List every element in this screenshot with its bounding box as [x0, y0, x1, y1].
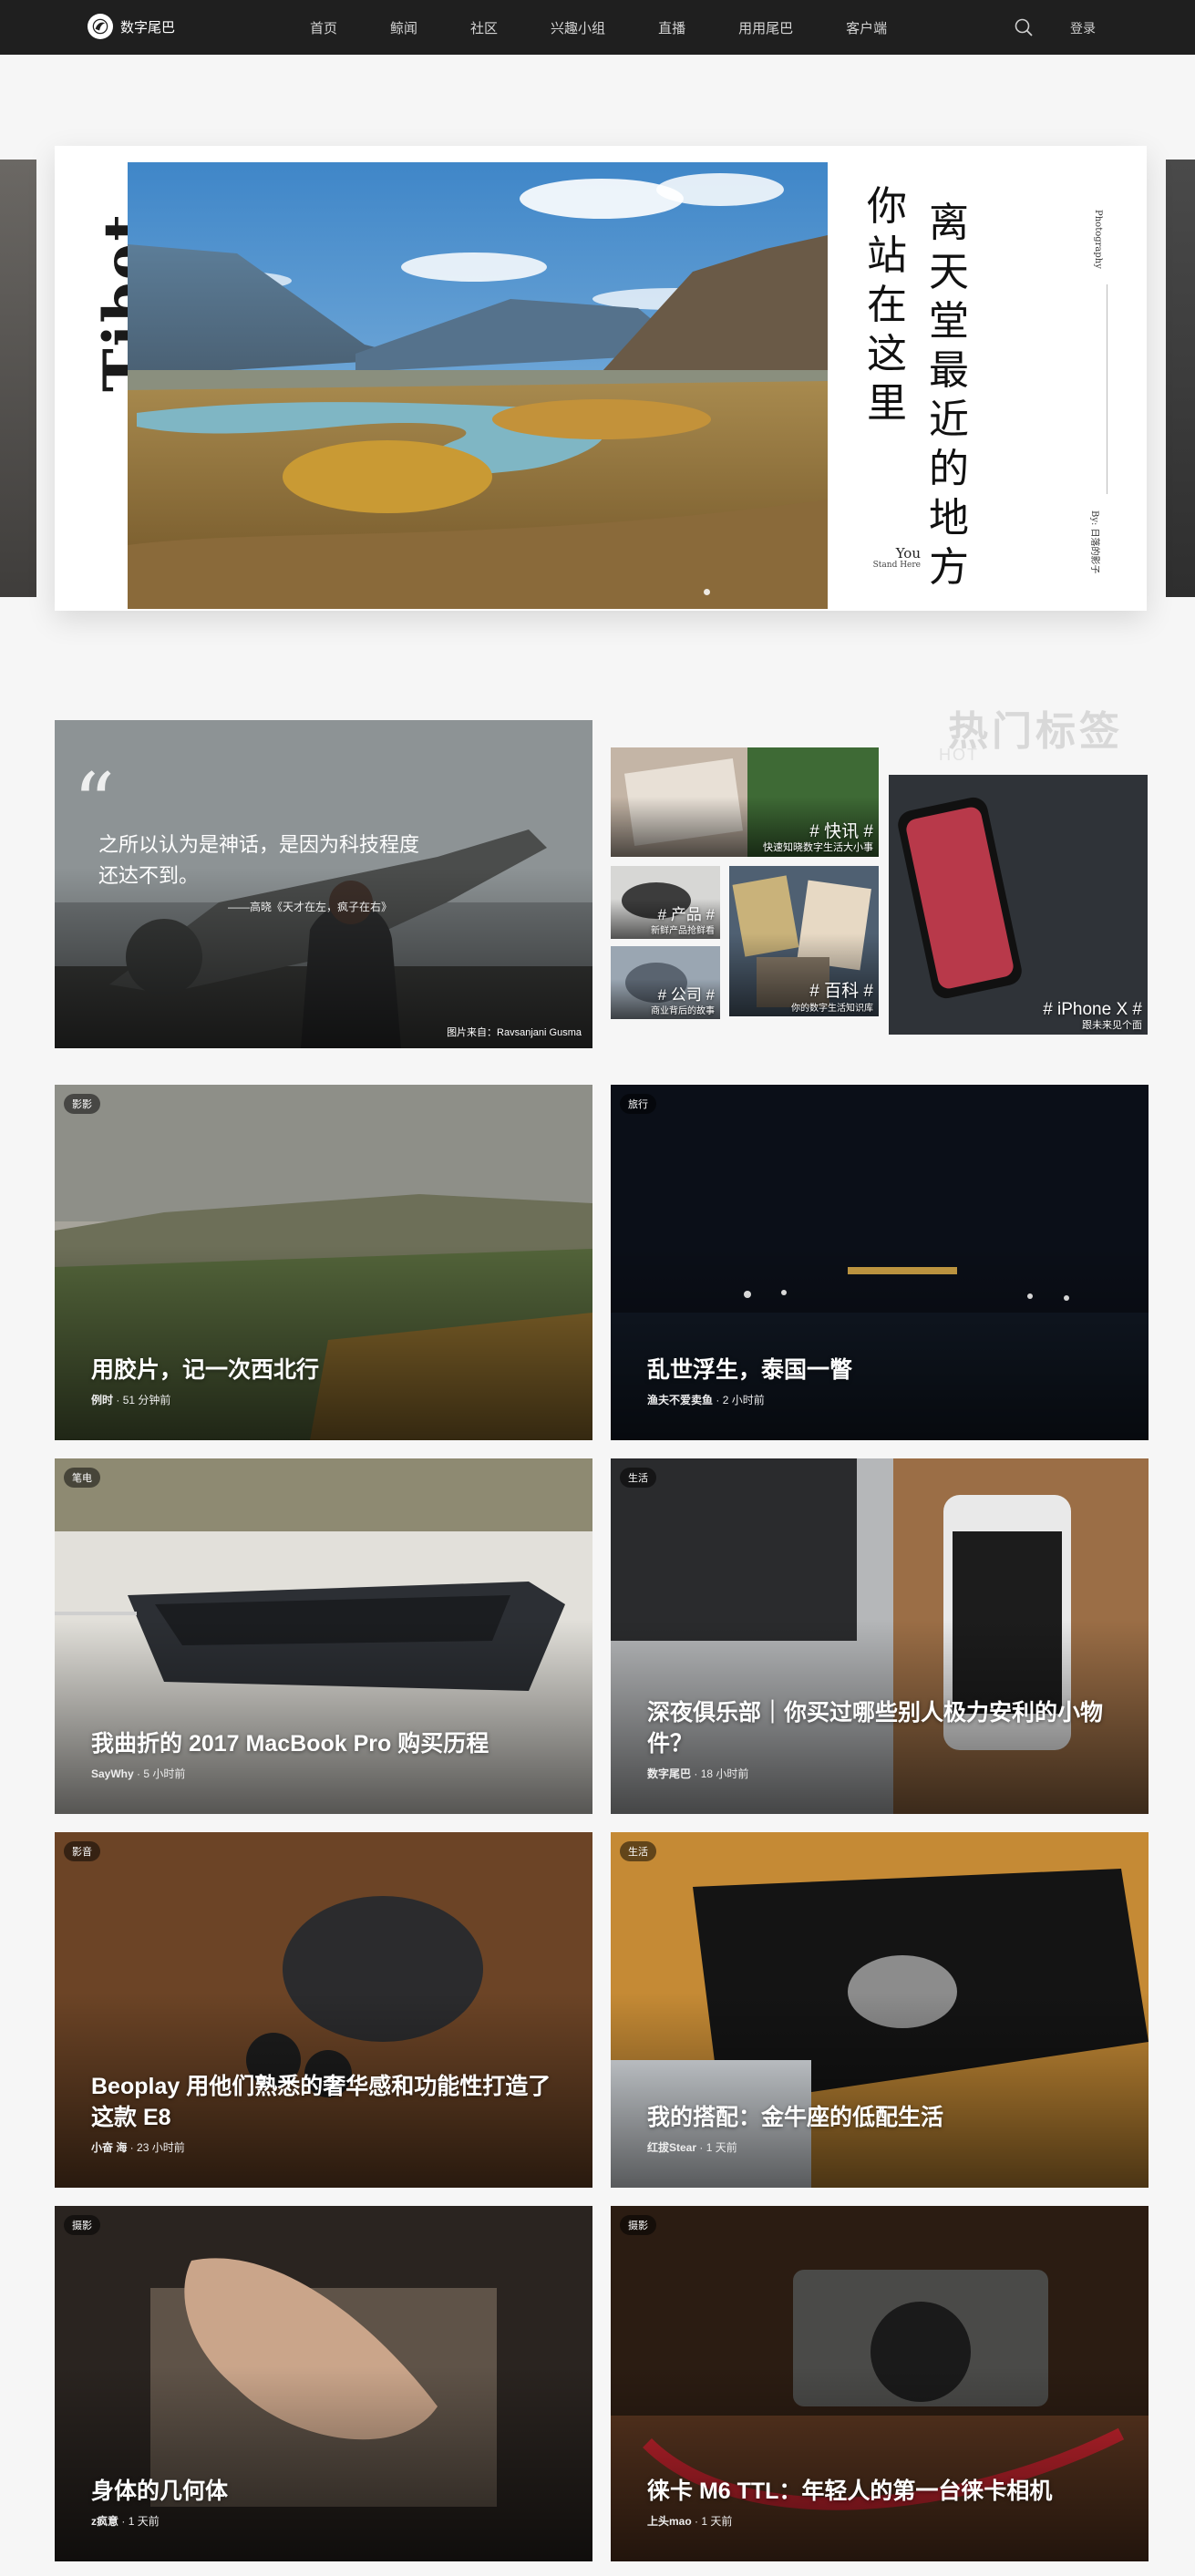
article-title[interactable]: 我曲折的 2017 MacBook Pro 购买历程	[91, 1728, 565, 1759]
hero-next-slide[interactable]	[1166, 160, 1195, 597]
category-badge[interactable]: 笔电	[64, 1468, 100, 1488]
main-menu: 首页 鲸闻 社区 兴趣小组 直播 用用尾巴 客户端	[310, 0, 940, 55]
hero-headline-line1: 你站在这里	[867, 183, 907, 427]
quote-text: 之所以认为是神话，是因为科技程度还达不到。	[98, 833, 420, 887]
tag-news-label: # 快讯 #	[809, 822, 873, 841]
login-link[interactable]: 登录	[1070, 19, 1096, 37]
article-title[interactable]: 徕卡 M6 TTL：年轻人的第一台徕卡相机	[647, 2476, 1121, 2507]
hero-stand-here-label: Stand Here	[872, 561, 921, 570]
article-title[interactable]: 乱世浮生，泰国一瞥	[647, 1355, 1121, 1386]
category-badge[interactable]: 生活	[620, 1841, 656, 1861]
article-title[interactable]: 深夜俱乐部｜你买过哪些别人极力安利的小物件？	[647, 1697, 1121, 1759]
tag-card-news[interactable]: # 快讯 # 快速知晓数字生活大小事	[611, 747, 879, 857]
article-card[interactable]: 旅行 乱世浮生，泰国一瞥 渔夫不爱卖鱼 · 2 小时前	[611, 1085, 1149, 1440]
quote-card[interactable]: “ 之所以认为是神话，是因为科技程度还达不到。 ——高晓《天才在左，疯子在右》 …	[55, 720, 592, 1048]
search-icon[interactable]	[1014, 17, 1034, 37]
tag-wiki-desc: 你的数字生活知识库	[791, 1004, 873, 1014]
tag-card-company[interactable]: # 公司 # 商业背后的故事	[611, 946, 720, 1019]
top-navbar: 数字尾巴 首页 鲸闻 社区 兴趣小组 直播 用用尾巴 客户端 登录	[0, 0, 1195, 55]
hero-prev-slide[interactable]	[0, 160, 36, 597]
article-meta: 数字尾巴 · 18 小时前	[647, 1767, 749, 1780]
article-card[interactable]: 摄影 徕卡 M6 TTL：年轻人的第一台徕卡相机 上头mao · 1 天前	[611, 2206, 1149, 2561]
carousel-indicator-dot[interactable]	[704, 589, 710, 595]
tag-product-label: # 产品 #	[657, 906, 715, 923]
nav-item-tryout[interactable]: 用用尾巴	[738, 18, 793, 37]
hero-landscape-photo	[128, 162, 828, 609]
category-badge[interactable]: 摄影	[620, 2215, 656, 2235]
article-meta: 例时 · 51 分钟前	[91, 1394, 171, 1406]
tag-iphonex-desc: 跟未来见个面	[1082, 1020, 1142, 1031]
category-badge[interactable]: 摄影	[64, 2215, 100, 2235]
hero-you-label: You	[895, 545, 921, 562]
hot-tags-subtitle: HOT	[939, 746, 979, 764]
category-badge[interactable]: 影音	[64, 1841, 100, 1861]
article-title[interactable]: 我的搭配：金牛座的低配生活	[647, 2102, 1121, 2133]
article-title[interactable]: 用胶片，记一次西北行	[91, 1355, 565, 1386]
nav-item-community[interactable]: 社区	[470, 18, 498, 37]
article-time: 1 天前	[128, 2515, 160, 2528]
article-title[interactable]: 身体的几何体	[91, 2476, 565, 2507]
article-author[interactable]: SayWhy	[91, 1767, 134, 1780]
article-author[interactable]: 上头mao	[647, 2515, 692, 2528]
tag-wiki-label: # 百科 #	[809, 982, 873, 1001]
article-meta: 渔夫不爱卖鱼 · 2 小时前	[647, 1394, 765, 1406]
article-time: 18 小时前	[700, 1767, 749, 1780]
article-author[interactable]: 渔夫不爱卖鱼	[647, 1394, 713, 1406]
article-time: 23 小时前	[137, 2141, 185, 2154]
hero-author-label: By: 日落的影子	[1089, 510, 1099, 574]
quote-source: ——高晓《天才在左，疯子在右》	[228, 901, 393, 913]
article-time: 2 小时前	[722, 1394, 765, 1406]
logo-icon	[88, 14, 113, 39]
quote-card-overlay	[55, 868, 592, 1048]
article-card[interactable]: 生活 深夜俱乐部｜你买过哪些别人极力安利的小物件？ 数字尾巴 · 18 小时前	[611, 1458, 1149, 1814]
tag-card-wiki[interactable]: # 百科 # 你的数字生活知识库	[729, 866, 879, 1016]
hero-photography-label: Photography	[1093, 210, 1103, 269]
category-badge[interactable]: 影影	[64, 1094, 100, 1114]
hero-banner[interactable]: Tibet 你站在这里 离天堂最近的地方 You Stand Here Phot…	[55, 146, 1147, 611]
site-logo[interactable]: 数字尾巴	[88, 14, 175, 39]
article-time: 5 小时前	[143, 1767, 186, 1780]
article-title[interactable]: Beoplay 用他们熟悉的奢华感和功能性打造了这款 E8	[91, 2071, 565, 2133]
article-author[interactable]: z疯意	[91, 2515, 118, 2528]
nav-item-home[interactable]: 首页	[310, 18, 337, 37]
nav-item-live[interactable]: 直播	[658, 18, 685, 37]
article-author[interactable]: 例时	[91, 1394, 113, 1406]
nav-item-news[interactable]: 鲸闻	[390, 18, 417, 37]
hero-headline-line2: 离天堂最近的地方	[929, 200, 969, 591]
article-card[interactable]: 影影 用胶片，记一次西北行 例时 · 51 分钟前	[55, 1085, 592, 1440]
article-meta: 上头mao · 1 天前	[647, 2515, 733, 2528]
tag-company-desc: 商业背后的故事	[651, 1006, 715, 1016]
tag-card-iphonex[interactable]: # iPhone X # 跟未来见个面	[889, 775, 1148, 1035]
tag-company-label: # 公司 #	[657, 986, 715, 1004]
tag-news-desc: 快速知晓数字生活大小事	[763, 842, 873, 853]
article-author[interactable]: 红拔Stear	[647, 2141, 696, 2154]
article-meta: SayWhy · 5 小时前	[91, 1767, 186, 1780]
article-card[interactable]: 影音 Beoplay 用他们熟悉的奢华感和功能性打造了这款 E8 小奋 海 · …	[55, 1832, 592, 2188]
tag-iphonex-photo	[889, 775, 1148, 1035]
article-meta: z疯意 · 1 天前	[91, 2515, 160, 2528]
logo-text: 数字尾巴	[120, 19, 176, 36]
article-author[interactable]: 小奋 海	[91, 2141, 127, 2154]
article-card[interactable]: 摄影 身体的几何体 z疯意 · 1 天前	[55, 2206, 592, 2561]
article-time: 1 天前	[706, 2141, 737, 2154]
article-card[interactable]: 笔电 我曲折的 2017 MacBook Pro 购买历程 SayWhy · 5…	[55, 1458, 592, 1814]
nav-item-client[interactable]: 客户端	[846, 18, 887, 37]
tag-product-desc: 新鲜产品抢鲜看	[651, 926, 715, 936]
tag-card-product[interactable]: # 产品 # 新鲜产品抢鲜看	[611, 866, 720, 939]
category-badge[interactable]: 生活	[620, 1468, 656, 1488]
article-meta: 红拔Stear · 1 天前	[647, 2141, 737, 2154]
article-time: 51 分钟前	[122, 1394, 171, 1406]
category-badge[interactable]: 旅行	[620, 1094, 656, 1114]
article-meta: 小奋 海 · 23 小时前	[91, 2141, 185, 2154]
photo-credit: 图片来自：Ravsanjani Gusma	[447, 1027, 582, 1038]
article-author[interactable]: 数字尾巴	[647, 1767, 691, 1780]
article-time: 1 天前	[701, 2515, 733, 2528]
nav-item-groups[interactable]: 兴趣小组	[551, 18, 605, 37]
article-card[interactable]: 生活 我的搭配：金牛座的低配生活 红拔Stear · 1 天前	[611, 1832, 1149, 2188]
